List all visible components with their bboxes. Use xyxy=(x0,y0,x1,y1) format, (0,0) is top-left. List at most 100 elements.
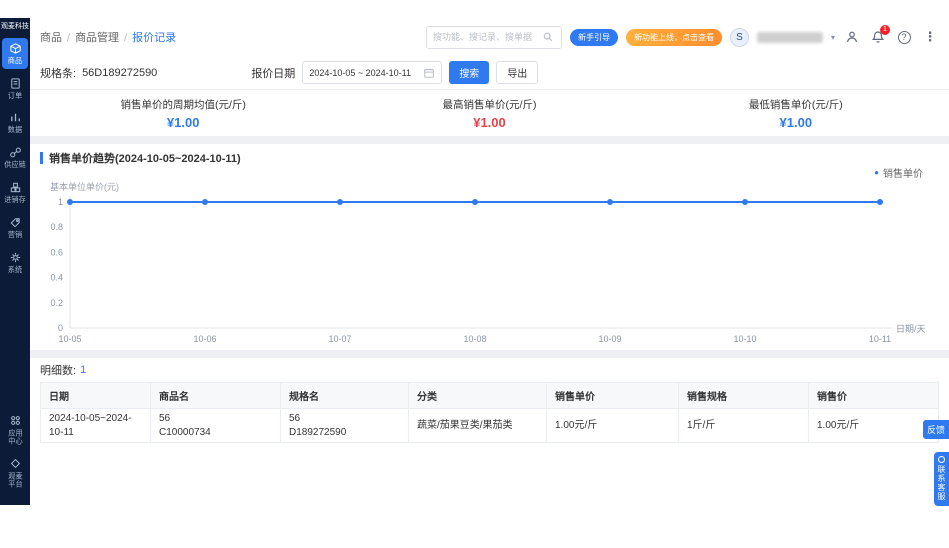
user-name-blurred xyxy=(756,31,823,43)
avatar[interactable]: S xyxy=(729,27,749,47)
app-logo: 观麦科技 xyxy=(1,23,29,30)
sidebar-item-marketing[interactable]: 营销 xyxy=(2,212,28,243)
link-icon xyxy=(9,146,22,159)
more-icon[interactable]: ⋮ xyxy=(921,28,939,46)
table-header-row: 日期 商品名 规格名 分类 销售单价 销售规格 销售价 xyxy=(40,382,939,409)
sidebar-item-inventory[interactable]: 进销存 xyxy=(2,177,28,208)
export-button[interactable]: 导出 xyxy=(496,61,539,84)
chevron-down-icon[interactable]: ▾ xyxy=(831,33,835,42)
stat-value: ¥1.00 xyxy=(166,114,200,130)
service-label: 联系客服 xyxy=(937,465,946,501)
table-row[interactable]: 2024-10-05~2024-10-11 56 C10000734 56 D1… xyxy=(40,408,939,443)
guide-pill-button[interactable]: 新手引导 xyxy=(569,28,618,46)
svg-text:10-11: 10-11 xyxy=(869,334,891,344)
app-window: 观麦科技 商品 订单 数据 供应链 进销存 营销 系统 应用中心 观麦平台 商品… xyxy=(0,18,949,505)
col-product-name: 商品名 xyxy=(150,382,281,409)
detail-count-row: 明细数: 1 xyxy=(30,358,949,382)
col-category: 分类 xyxy=(408,382,547,409)
sidebar-item-app-center[interactable]: 应用中心 xyxy=(2,410,28,450)
col-spec-name: 规格名 xyxy=(280,382,409,409)
stats-row: 销售单价的周期均值(元/斤) ¥1.00 最高销售单价(元/斤) ¥1.00 最… xyxy=(30,90,949,136)
svg-text:0.8: 0.8 xyxy=(50,222,63,232)
stat-max-price: 最高销售单价(元/斤) ¥1.00 xyxy=(336,97,642,130)
sidebar-item-label: 供应链 xyxy=(4,160,26,169)
sidebar-item-label: 营销 xyxy=(7,230,23,239)
detail-table-wrap: 日期 商品名 规格名 分类 销售单价 销售规格 销售价 2024-10-05~2… xyxy=(30,382,949,443)
spec-value: 56D189272590 xyxy=(82,66,158,79)
title-accent-bar xyxy=(40,152,43,164)
sidebar-item-label: 应用中心 xyxy=(7,428,23,445)
stat-min-price: 最低销售单价(元/斤) ¥1.00 xyxy=(643,97,949,130)
cell-sale-price: 1.00元/斤 xyxy=(808,408,939,443)
svg-text:1: 1 xyxy=(58,197,63,207)
cell-spec-name: 56 D189272590 xyxy=(280,408,409,443)
global-search[interactable] xyxy=(425,25,562,49)
date-label: 报价日期 xyxy=(251,67,296,80)
promo-pill-button[interactable]: 新功能上线，点击查看 xyxy=(625,28,722,46)
col-sale-price: 销售价 xyxy=(808,382,939,409)
top-bar: 商品 商品管理 报价记录 新手引导 新功能上线，点击查看 S ▾ 1 xyxy=(30,18,949,56)
tag-icon xyxy=(9,216,22,229)
svg-text:日期/天: 日期/天 xyxy=(896,324,926,334)
notification-badge: 1 xyxy=(880,25,890,35)
sidebar-item-label: 系统 xyxy=(7,265,23,274)
price-trend-section: 销售单价趋势(2024-10-05~2024-10-11) ● 销售单价 基本单… xyxy=(30,144,949,350)
price-trend-chart: 1 0.8 0.6 0.4 0.2 010-05 10-06 10-07 10-08 10-09 1… xyxy=(50,196,926,344)
document-icon xyxy=(9,77,22,90)
sidebar-bottom: 应用中心 观麦平台 xyxy=(2,408,28,495)
sidebar-item-orders[interactable]: 订单 xyxy=(2,73,28,104)
sidebar: 观麦科技 商品 订单 数据 供应链 进销存 营销 系统 应用中心 观麦平台 xyxy=(0,18,30,505)
diamond-icon xyxy=(9,457,22,470)
sidebar-item-goods[interactable]: 商品 xyxy=(2,37,28,69)
svg-text:0: 0 xyxy=(58,323,63,333)
stat-value: ¥1.00 xyxy=(779,114,813,130)
sidebar-item-label: 进销存 xyxy=(4,195,26,204)
chart-title: 销售单价趋势(2024-10-05~2024-10-11) xyxy=(49,153,241,165)
breadcrumb-item-goods[interactable]: 商品 xyxy=(40,29,62,45)
sidebar-item-data[interactable]: 数据 xyxy=(2,107,28,138)
sidebar-item-label: 数据 xyxy=(7,125,23,134)
svg-text:10-08: 10-08 xyxy=(463,334,486,344)
stat-avg-price: 销售单价的周期均值(元/斤) ¥1.00 xyxy=(30,97,336,130)
main-area: 商品 商品管理 报价记录 新手引导 新功能上线，点击查看 S ▾ 1 xyxy=(30,18,949,505)
service-icon xyxy=(938,456,945,463)
filter-bar: 规格条: 56D189272590 报价日期 2024-10-05 ~ 2024… xyxy=(30,56,949,90)
col-date: 日期 xyxy=(40,382,151,409)
col-unit-price: 销售单价 xyxy=(546,382,679,409)
cell-sale-spec: 1斤/斤 xyxy=(678,408,809,443)
cell-product-name: 56 C10000734 xyxy=(150,408,281,443)
detail-count-value: 1 xyxy=(80,364,87,376)
sidebar-item-label: 观麦平台 xyxy=(7,472,23,489)
cell-unit-price: 1.00元/斤 xyxy=(546,408,679,443)
col-sale-spec: 销售规格 xyxy=(678,382,809,409)
sidebar-item-label: 订单 xyxy=(7,91,23,100)
stat-label: 最低销售单价(元/斤) xyxy=(748,98,843,111)
feedback-tab[interactable]: 反馈 xyxy=(922,420,949,439)
breadcrumb-item-goods-management[interactable]: 商品管理 xyxy=(62,29,119,45)
chart-legend[interactable]: ● 销售单价 xyxy=(40,166,939,180)
customer-service-button[interactable]: 联系客服 xyxy=(934,452,949,506)
date-range-value: 2024-10-05 ~ 2024-10-11 xyxy=(309,67,411,78)
search-icon[interactable] xyxy=(542,31,555,44)
user-icon[interactable] xyxy=(843,28,861,46)
stat-label: 最高销售单价(元/斤) xyxy=(442,98,537,111)
sidebar-item-platform[interactable]: 观麦平台 xyxy=(2,453,28,493)
svg-text:10-07: 10-07 xyxy=(328,334,351,344)
section-divider xyxy=(30,136,949,144)
search-button[interactable]: 搜索 xyxy=(449,61,490,84)
bell-icon[interactable]: 1 xyxy=(869,25,890,46)
detail-count-label: 明细数: xyxy=(40,365,77,377)
sidebar-item-system[interactable]: 系统 xyxy=(2,247,28,278)
svg-text:0.6: 0.6 xyxy=(50,247,63,257)
search-input[interactable] xyxy=(432,32,538,42)
app-grid-icon xyxy=(9,414,22,427)
legend-dot-icon: ● xyxy=(874,168,879,177)
help-icon[interactable]: ? xyxy=(895,28,913,46)
date-range-input[interactable]: 2024-10-05 ~ 2024-10-11 xyxy=(302,61,443,84)
sidebar-item-supply-chain[interactable]: 供应链 xyxy=(2,142,28,173)
chart-title-row: 销售单价趋势(2024-10-05~2024-10-11) xyxy=(40,150,939,166)
svg-text:10-05: 10-05 xyxy=(58,334,81,344)
y-axis-label: 基本单位单价(元) xyxy=(50,182,119,192)
box-icon xyxy=(9,42,22,55)
breadcrumb-item-quote-records: 报价记录 xyxy=(119,29,176,45)
